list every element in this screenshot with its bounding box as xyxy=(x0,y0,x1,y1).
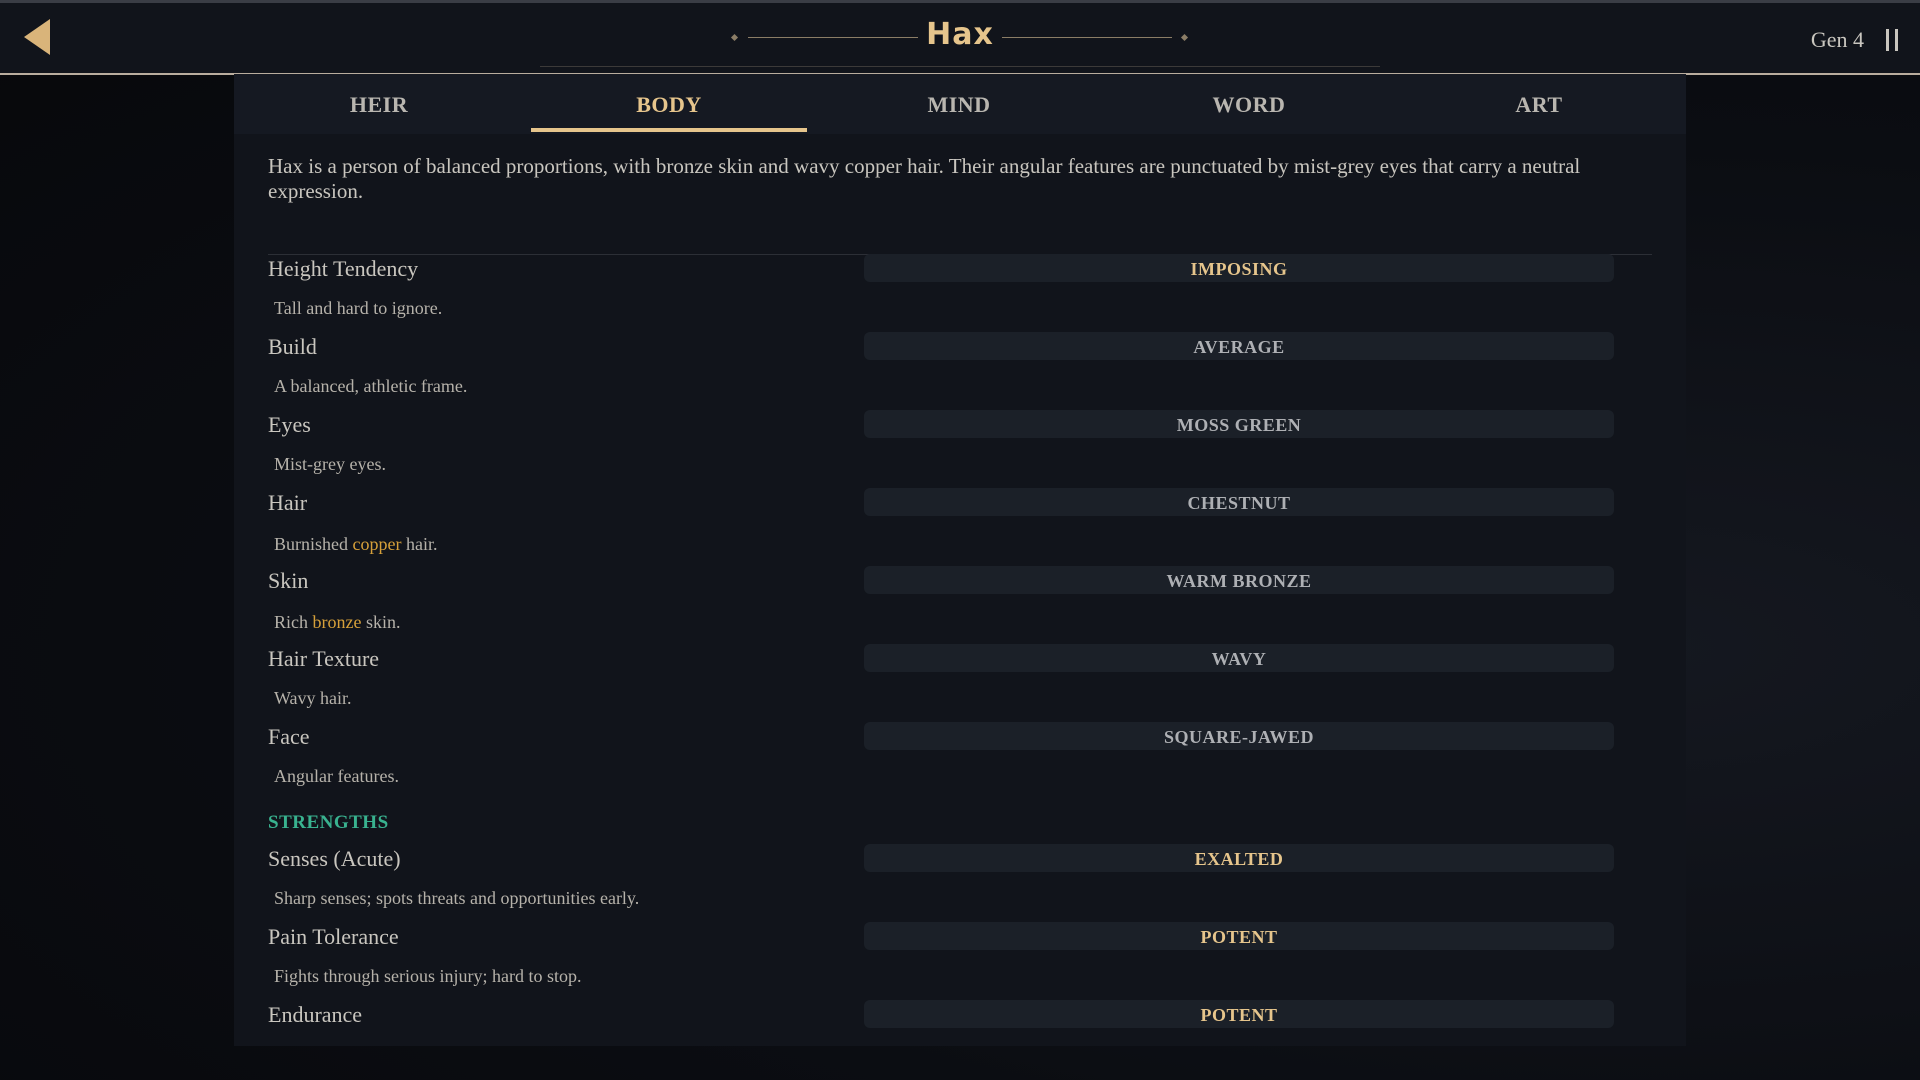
trait-desc-hair-texture: Wavy hair. xyxy=(274,688,352,708)
trait-value-hair-texture[interactable]: WAVY xyxy=(864,644,1614,672)
trait-desc-hair-post: hair. xyxy=(405,534,438,554)
tab-word[interactable]: WORD xyxy=(1104,74,1394,134)
trait-desc-skin-highlight: bronze xyxy=(312,612,362,632)
generation-label: Gen 4 xyxy=(1810,27,1864,52)
strength-value-endurance[interactable]: POTENT xyxy=(864,1000,1614,1028)
tab-art[interactable]: ART xyxy=(1394,74,1684,134)
pause-icon[interactable] xyxy=(1886,29,1900,51)
trait-label-hair-texture: Hair Texture xyxy=(268,646,380,671)
body-description: Hax is a person of balanced proportions,… xyxy=(268,154,1581,203)
back-arrow-icon[interactable] xyxy=(22,17,52,57)
trait-desc-build: A balanced, athletic frame. xyxy=(274,376,468,396)
trait-value-eyes[interactable]: MOSS GREEN xyxy=(864,410,1614,438)
trait-label-height: Height Tendency xyxy=(268,256,419,281)
trait-desc-skin-post: skin. xyxy=(365,612,401,632)
title-ornament: Hax xyxy=(720,13,1200,61)
strength-label-pain-tolerance: Pain Tolerance xyxy=(268,924,399,949)
trait-label-skin: Skin xyxy=(268,568,309,593)
trait-value-face[interactable]: SQUARE-JAWED xyxy=(864,722,1614,750)
strength-desc-senses: Sharp senses; spots threats and opportun… xyxy=(274,888,640,908)
trait-label-hair: Hair xyxy=(268,490,308,515)
strength-value-senses[interactable]: EXALTED xyxy=(864,844,1614,872)
tab-heir[interactable]: HEIR xyxy=(234,74,524,134)
trait-label-eyes: Eyes xyxy=(268,412,311,437)
trait-value-build[interactable]: AVERAGE xyxy=(864,332,1614,360)
tab-bar: HEIR BODY MIND WORD ART xyxy=(234,74,1686,134)
trait-value-height[interactable]: IMPOSING xyxy=(864,254,1614,282)
trait-desc-hair: Burnished copper hair. xyxy=(274,534,437,555)
trait-desc-skin-pre: Rich xyxy=(274,612,308,632)
trait-desc-height: Tall and hard to ignore. xyxy=(274,298,443,318)
title-underline xyxy=(540,66,1380,67)
header-bar: Hax Gen 4 xyxy=(0,3,1920,75)
trait-desc-eyes: Mist-grey eyes. xyxy=(274,454,386,474)
character-panel: HEIR BODY MIND WORD ART Hax is a person … xyxy=(234,74,1686,1046)
trait-value-hair[interactable]: CHESTNUT xyxy=(864,488,1614,516)
strength-desc-pain-tolerance: Fights through serious injury; hard to s… xyxy=(274,966,582,986)
strength-label-senses: Senses (Acute) xyxy=(268,846,401,871)
tab-body[interactable]: BODY xyxy=(531,74,807,134)
strengths-heading: STRENGTHS xyxy=(268,812,389,833)
ornament-line-right xyxy=(1002,37,1172,38)
trait-desc-face: Angular features. xyxy=(274,766,399,786)
trait-label-build: Build xyxy=(268,334,317,359)
strength-label-endurance: Endurance xyxy=(268,1002,363,1027)
trait-desc-hair-pre: Burnished xyxy=(274,534,348,554)
page-title: Hax xyxy=(926,17,994,52)
trait-label-face: Face xyxy=(268,724,310,749)
trait-desc-skin: Rich bronze skin. xyxy=(274,612,401,633)
trait-value-skin[interactable]: WARM BRONZE xyxy=(864,566,1614,594)
tab-mind[interactable]: MIND xyxy=(814,74,1104,134)
active-tab-indicator xyxy=(531,128,807,132)
trait-desc-hair-highlight: copper xyxy=(352,534,402,554)
strength-value-pain-tolerance[interactable]: POTENT xyxy=(864,922,1614,950)
